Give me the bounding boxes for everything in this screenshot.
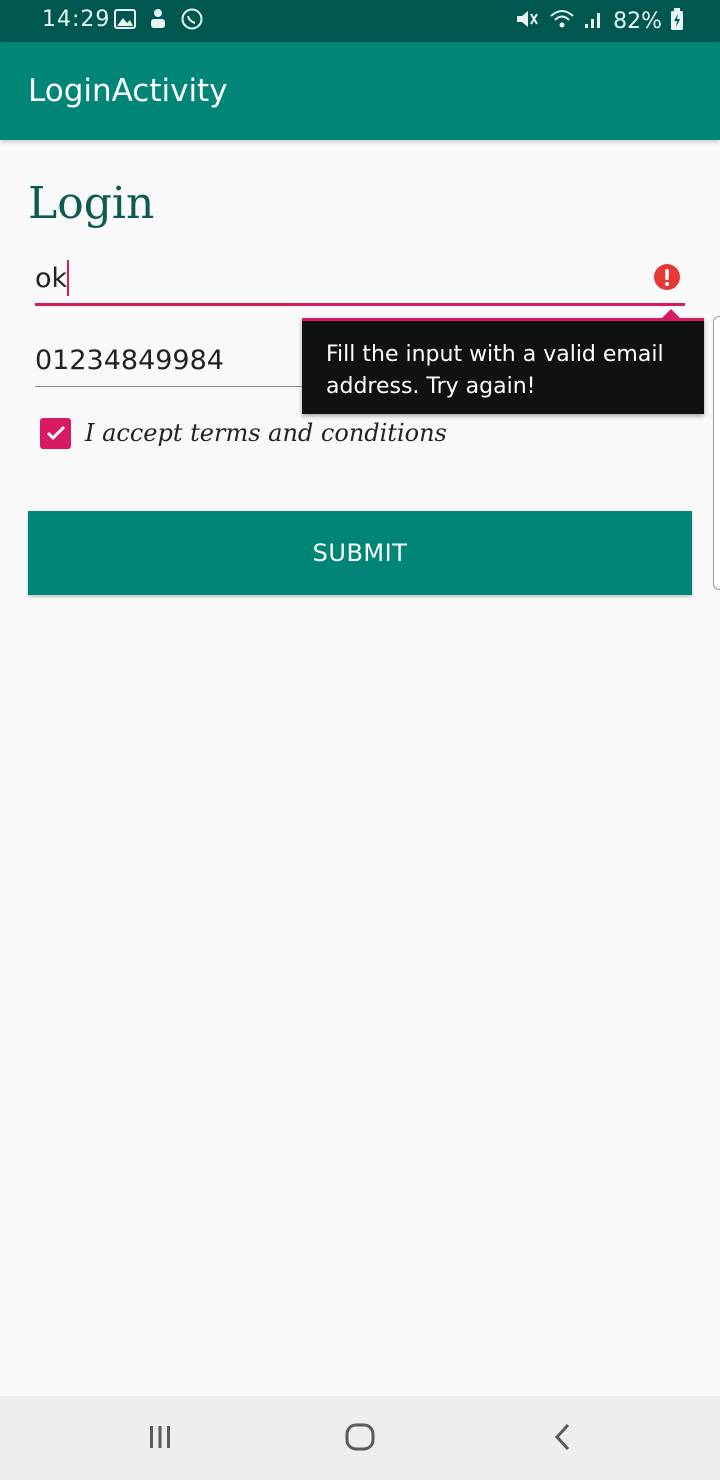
submit-button[interactable]: SUBMIT <box>28 511 692 595</box>
checkmark-icon <box>46 425 65 441</box>
text-cursor <box>67 260 69 296</box>
battery-icon <box>670 7 684 35</box>
phone-input-value[interactable]: 01234849984 <box>35 345 224 376</box>
email-underline <box>35 303 685 306</box>
edge-panel-handle[interactable] <box>713 316 720 590</box>
email-field[interactable]: ok <box>35 250 685 308</box>
error-popup: Fill the input with a valid email addres… <box>302 309 704 414</box>
recents-icon[interactable] <box>140 1420 180 1454</box>
navigation-bar <box>0 1396 720 1480</box>
mute-icon <box>515 8 541 34</box>
error-message: Fill the input with a valid email addres… <box>326 342 664 399</box>
app-bar: LoginActivity <box>0 42 720 140</box>
error-icon[interactable] <box>653 263 681 291</box>
terms-checkbox-row[interactable]: I accept terms and conditions <box>40 417 447 449</box>
system-icons: 82% <box>515 8 684 34</box>
battery-percent: 82% <box>613 8 662 34</box>
terms-checkbox[interactable] <box>40 417 71 449</box>
terms-label: I accept terms and conditions <box>85 419 447 447</box>
page-title: Login <box>28 178 155 229</box>
signal-icon <box>583 8 605 34</box>
email-input-value[interactable]: ok <box>35 263 67 294</box>
wifi-icon <box>549 8 575 34</box>
home-icon[interactable] <box>340 1420 380 1454</box>
notification-icons <box>114 7 204 35</box>
error-popup-arrow <box>662 309 680 318</box>
app-title: LoginActivity <box>28 73 228 109</box>
gallery-icon <box>114 9 136 33</box>
status-bar: 14:29 82% <box>0 0 720 42</box>
clock: 14:29 <box>42 7 111 32</box>
whatsapp-icon <box>180 7 204 35</box>
upload-icon <box>148 8 168 34</box>
back-icon[interactable] <box>542 1420 582 1454</box>
